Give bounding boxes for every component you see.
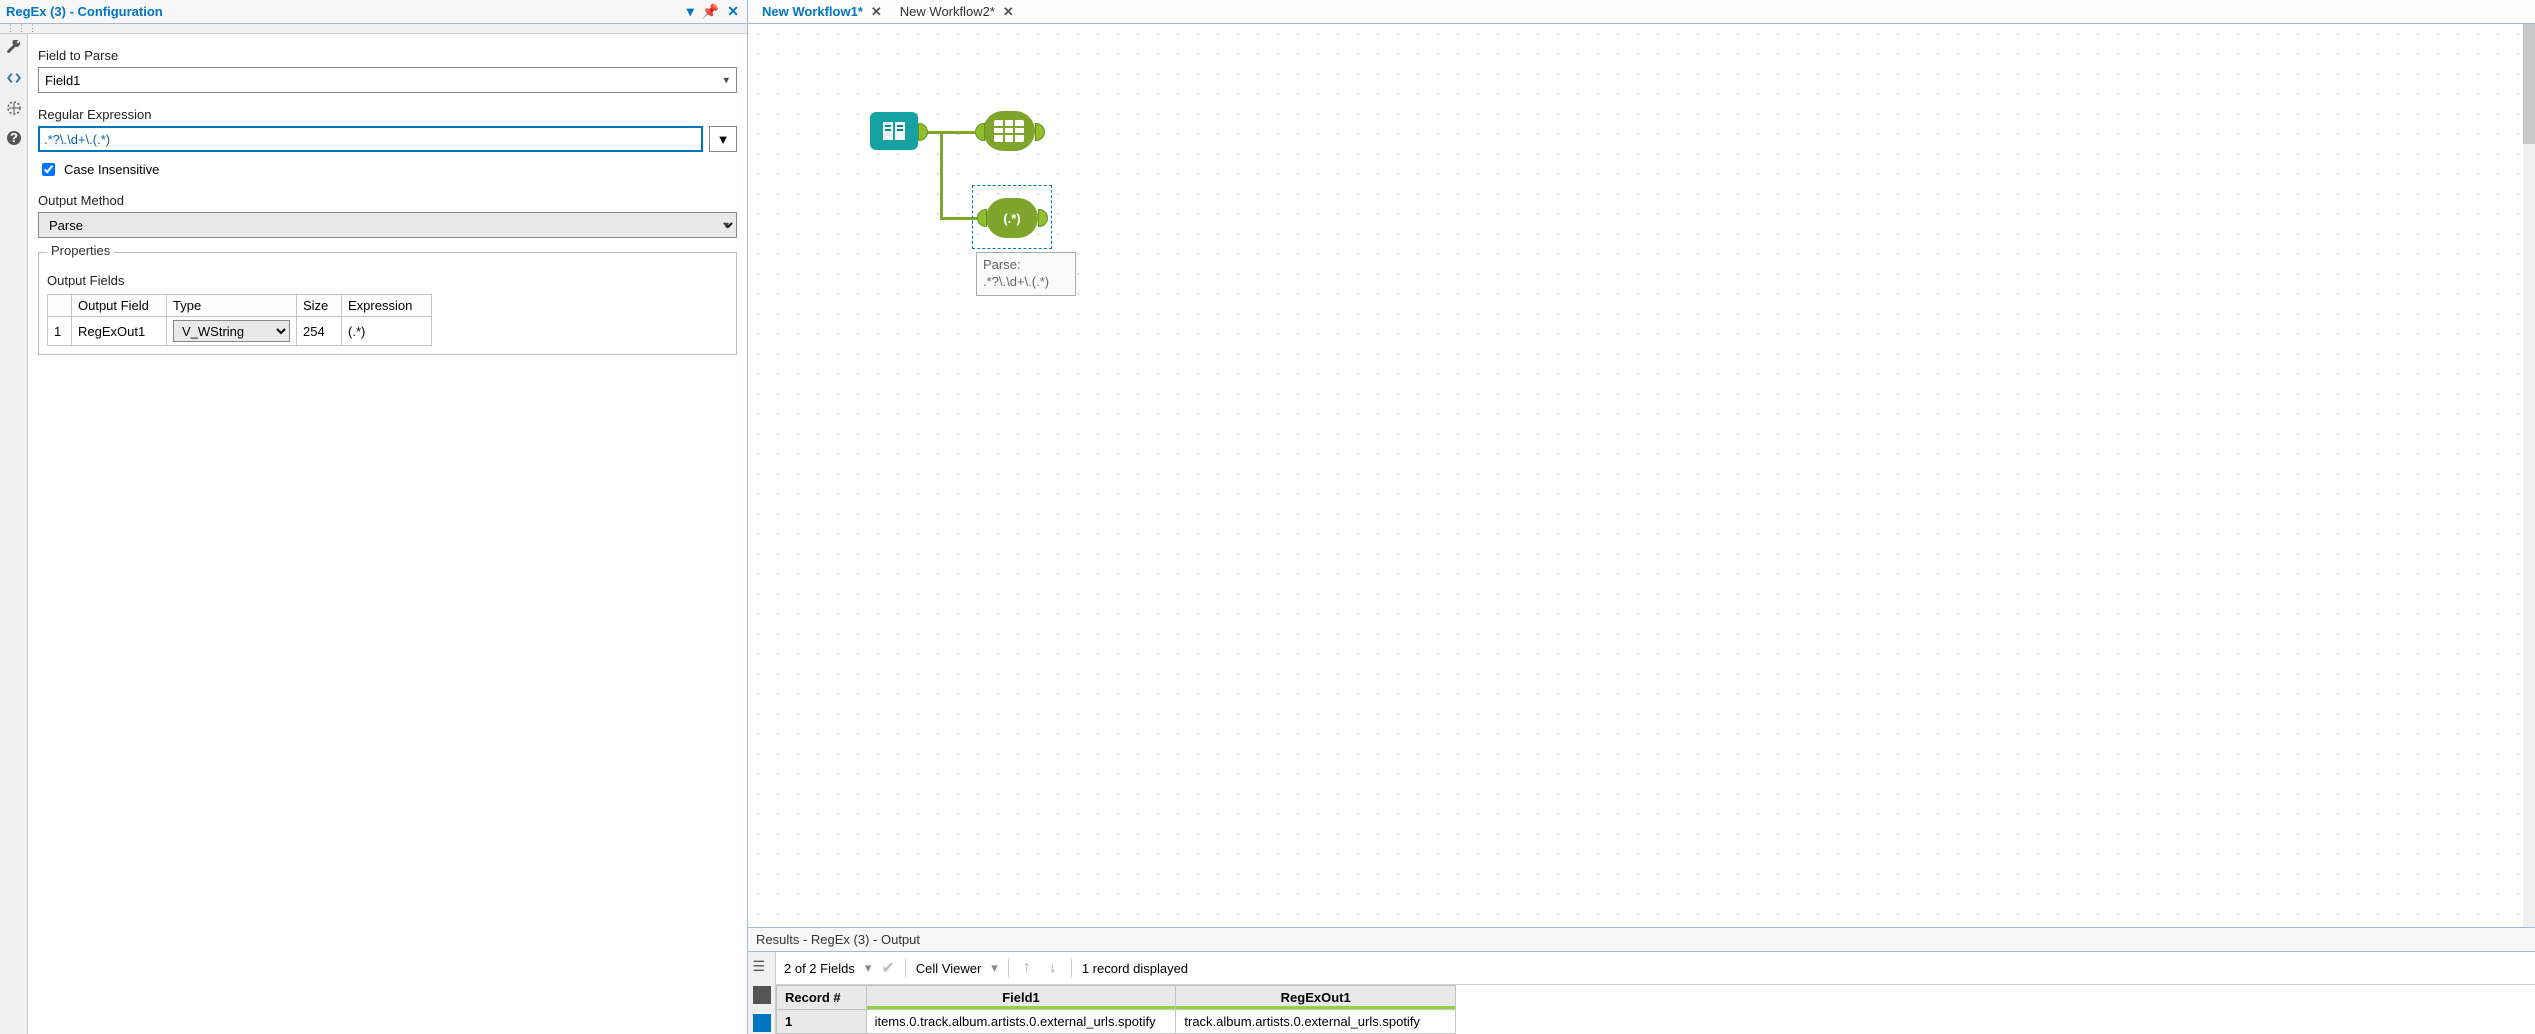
output-fields-table: Output Field Type Size Expression 1 RegE… bbox=[47, 294, 432, 346]
case-insensitive-checkbox[interactable] bbox=[42, 163, 55, 176]
records-displayed-label: 1 record displayed bbox=[1082, 961, 1188, 976]
right-panel: New Workflow1* ✕ New Workflow2* ✕ bbox=[748, 0, 2535, 1034]
cell-field1: items.0.track.album.artists.0.external_u… bbox=[866, 1010, 1176, 1034]
panel-title: RegEx (3) - Configuration bbox=[6, 4, 163, 19]
config-tabs-strip: ? bbox=[0, 34, 28, 1034]
metadata-icon[interactable] bbox=[753, 986, 771, 1004]
results-body: ☰ 2 of 2 Fields ▾ ✔ Cell Viewer ▾ ↑ ↓ 1 … bbox=[748, 952, 2535, 1034]
workflow-tabs: New Workflow1* ✕ New Workflow2* ✕ bbox=[748, 0, 2535, 24]
output-method-select[interactable]: Parse bbox=[38, 212, 737, 238]
list-icon[interactable]: ☰ bbox=[753, 958, 771, 976]
row-type-select[interactable]: V_WString bbox=[173, 320, 290, 342]
select-tool[interactable] bbox=[983, 111, 1035, 151]
connection bbox=[940, 132, 943, 217]
wrench-icon[interactable] bbox=[4, 38, 24, 58]
cell-record-num: 1 bbox=[777, 1010, 867, 1034]
config-content: Field to Parse Field1 Regular Expression… bbox=[28, 34, 747, 1034]
drag-grip[interactable]: ⋮⋮⋮ bbox=[0, 24, 747, 34]
configuration-panel: RegEx (3) - Configuration ▾ 📌 ✕ ⋮⋮⋮ bbox=[0, 0, 748, 1034]
regex-tool-annotation: Parse: .*?\.\d+\.(.*) bbox=[976, 252, 1076, 296]
tab-workflow2[interactable]: New Workflow2* ✕ bbox=[892, 2, 1024, 22]
field-to-parse-label: Field to Parse bbox=[38, 48, 737, 63]
annotation-line1: Parse: bbox=[983, 257, 1069, 274]
tab-workflow1[interactable]: New Workflow1* ✕ bbox=[754, 2, 892, 22]
output-method-label: Output Method bbox=[38, 193, 737, 208]
properties-legend: Properties bbox=[47, 243, 114, 258]
arrow-up-icon[interactable]: ↑ bbox=[1019, 959, 1035, 977]
canvas-scrollbar[interactable] bbox=[2523, 24, 2535, 927]
regex-label: Regular Expression bbox=[38, 107, 737, 122]
row-type[interactable]: V_WString bbox=[167, 317, 297, 346]
results-table: Record # Field1 RegExOut1 1 items.0.trac… bbox=[776, 985, 1456, 1034]
case-insensitive-label: Case Insensitive bbox=[64, 162, 159, 177]
code-icon[interactable] bbox=[4, 68, 24, 88]
col-field1[interactable]: Field1 bbox=[866, 986, 1176, 1010]
results-tabs-strip: ☰ bbox=[748, 952, 776, 1034]
regex-input[interactable] bbox=[38, 126, 703, 152]
col-expression: Expression bbox=[342, 295, 432, 317]
workflow-canvas[interactable]: (.*) Parse: .*?\.\d+\.(.*) bbox=[748, 24, 2535, 927]
dropdown-icon[interactable]: ▾ bbox=[685, 3, 696, 20]
col-record-num[interactable]: Record # bbox=[777, 986, 867, 1010]
cell-viewer-label[interactable]: Cell Viewer bbox=[916, 961, 982, 976]
close-icon[interactable]: ✕ bbox=[869, 4, 884, 20]
fields-count-label[interactable]: 2 of 2 Fields bbox=[784, 961, 855, 976]
input-anchor[interactable] bbox=[975, 123, 985, 141]
regex-tool[interactable]: (.*) bbox=[986, 198, 1038, 238]
svg-text:?: ? bbox=[10, 130, 18, 145]
data-icon[interactable] bbox=[753, 1014, 771, 1032]
panel-header: RegEx (3) - Configuration ▾ 📌 ✕ bbox=[0, 0, 747, 24]
help-icon[interactable]: ? bbox=[4, 128, 24, 148]
field-to-parse-select[interactable]: Field1 bbox=[38, 67, 737, 93]
pin-icon[interactable]: 📌 bbox=[700, 3, 721, 20]
chevron-down-icon[interactable]: ▾ bbox=[991, 960, 998, 976]
regex-dropdown-button[interactable]: ▼ bbox=[709, 126, 737, 152]
tab-label: New Workflow1* bbox=[762, 4, 863, 19]
table-row[interactable]: 1 RegExOut1 V_WString 254 (.*) bbox=[48, 317, 432, 346]
col-output-field: Output Field bbox=[72, 295, 167, 317]
svg-text:(.*): (.*) bbox=[1003, 211, 1020, 226]
row-size[interactable]: 254 bbox=[297, 317, 342, 346]
arrow-down-icon[interactable]: ↓ bbox=[1045, 959, 1061, 977]
output-anchor[interactable] bbox=[1035, 123, 1045, 141]
annotation-line2: .*?\.\d+\.(.*) bbox=[983, 274, 1069, 291]
cell-regexout1: track.album.artists.0.external_urls.spot… bbox=[1176, 1010, 1456, 1034]
check-icon[interactable]: ✔ bbox=[881, 958, 894, 978]
results-toolbar: 2 of 2 Fields ▾ ✔ Cell Viewer ▾ ↑ ↓ 1 re… bbox=[776, 952, 2535, 985]
row-index: 1 bbox=[48, 317, 72, 346]
connection bbox=[921, 131, 983, 134]
output-anchor[interactable] bbox=[918, 123, 928, 141]
scrollbar-thumb[interactable] bbox=[2523, 24, 2535, 144]
output-fields-label: Output Fields bbox=[47, 273, 728, 288]
col-regexout1[interactable]: RegExOut1 bbox=[1176, 986, 1456, 1010]
row-output-field[interactable]: RegExOut1 bbox=[72, 317, 167, 346]
results-header: Results - RegEx (3) - Output bbox=[748, 927, 2535, 952]
tab-label: New Workflow2* bbox=[900, 4, 995, 19]
nav-icon[interactable] bbox=[4, 98, 24, 118]
chevron-down-icon[interactable]: ▾ bbox=[865, 960, 872, 976]
col-blank bbox=[48, 295, 72, 317]
table-row[interactable]: 1 items.0.track.album.artists.0.external… bbox=[777, 1010, 1456, 1034]
text-input-tool[interactable] bbox=[870, 112, 918, 150]
row-expression[interactable]: (.*) bbox=[342, 317, 432, 346]
close-icon[interactable]: ✕ bbox=[725, 3, 741, 20]
col-size: Size bbox=[297, 295, 342, 317]
close-icon[interactable]: ✕ bbox=[1001, 4, 1016, 20]
col-type: Type bbox=[167, 295, 297, 317]
